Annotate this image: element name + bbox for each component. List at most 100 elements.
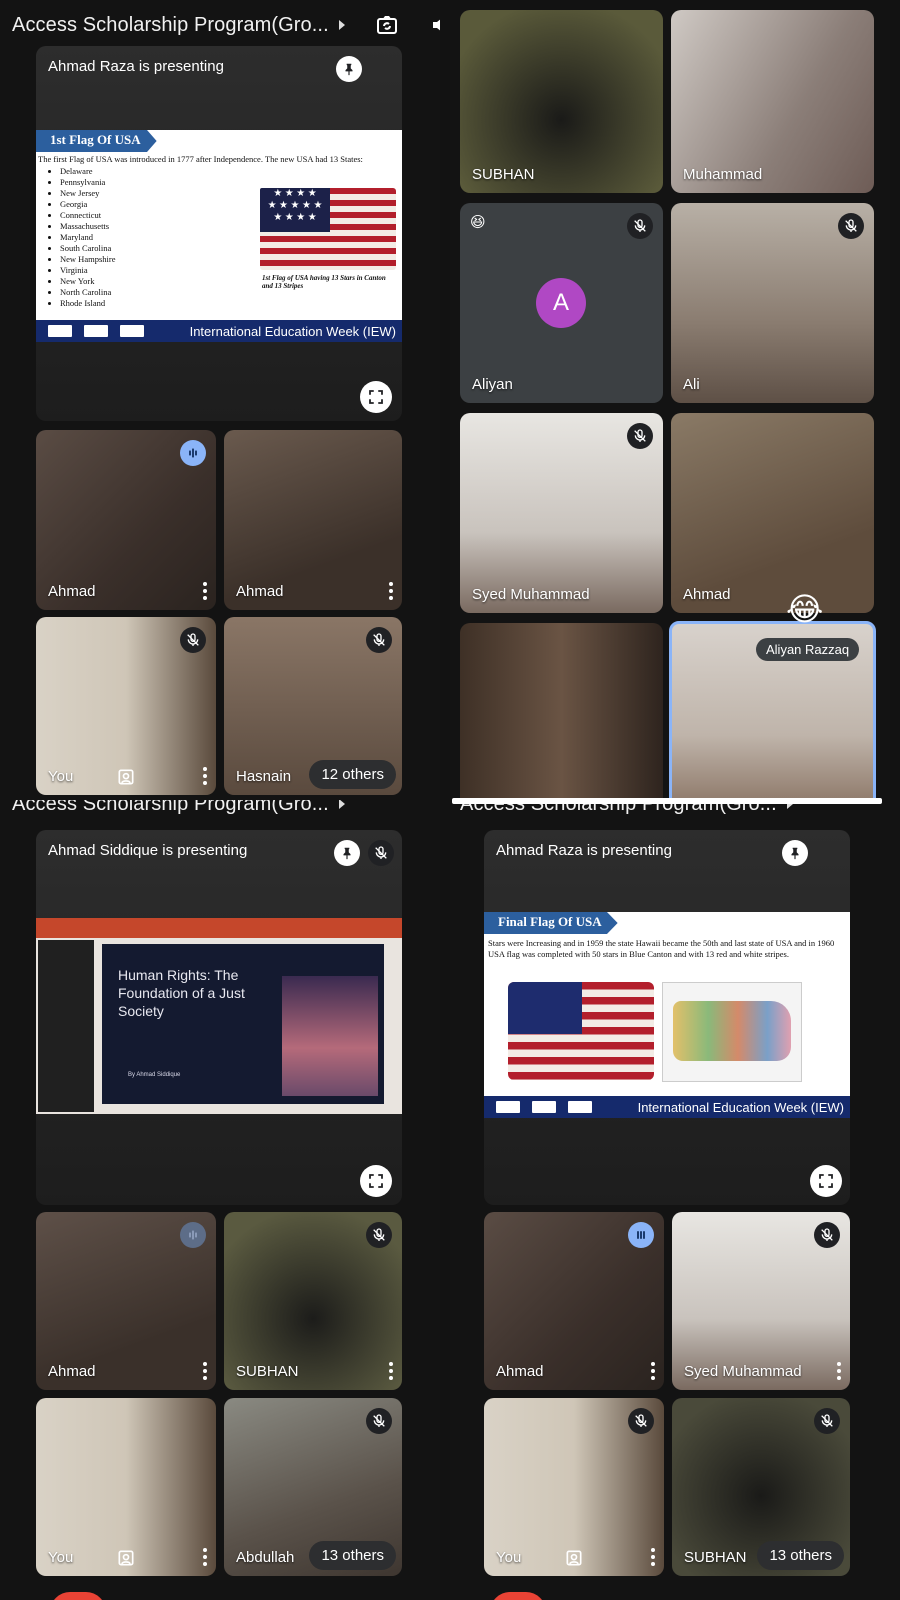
speaker-icon[interactable] [429,12,440,38]
participant-tile[interactable]: Syed Muhammad [672,1212,850,1390]
mic-off-icon [627,423,653,449]
slide-author: By Ahmad Siddique [128,1072,181,1078]
presentation-tile[interactable]: Ahmad Raza is presenting 1st Flag Of USA… [36,46,402,421]
fullscreen-icon[interactable] [360,381,392,413]
shared-slide: Human Rights: The Foundation of a Just S… [36,918,402,1114]
participant-name: Abdullah [236,1549,295,1566]
more-vert-icon[interactable] [202,767,208,785]
audio-wave-icon [628,1222,654,1248]
mic-off-icon [366,1222,392,1248]
fullscreen-icon[interactable] [810,1165,842,1197]
meeting-title[interactable]: Access Scholarship Program(Gro... [12,14,329,37]
participant-name: You [496,1549,522,1566]
participant-tile[interactable]: Muhammad [671,10,874,193]
more-vert-icon[interactable] [202,1362,208,1380]
participant-tile[interactable]: Abdullah 13 others [224,1398,402,1576]
chevron-right-icon[interactable] [338,800,345,809]
participant-tile[interactable]: You [36,617,216,795]
participant-name: You [48,1549,74,1566]
participant-tile[interactable]: You [36,1398,216,1576]
participant-tile[interactable]: Hasnain 12 others [224,617,402,795]
slide-intro: The first Flag of USA was introduced in … [38,154,363,164]
others-count-button[interactable]: 13 others [309,1541,396,1570]
state-item: New Jersey [60,188,115,199]
fullscreen-icon[interactable] [360,1165,392,1197]
mic-off-icon [838,213,864,239]
more-vert-icon[interactable] [388,1362,394,1380]
shared-slide: Final Flag Of USA Stars were Increasing … [484,912,850,1118]
participant-tile[interactable]: 😆 A Aliyan [460,203,663,403]
mic-off-icon [627,213,653,239]
more-vert-icon[interactable] [202,582,208,600]
participant-tile[interactable]: SUBHAN 13 others [672,1398,850,1576]
participant-tile[interactable]: Ali [671,203,874,403]
participant-tile[interactable]: You [484,1398,664,1576]
end-call-button[interactable] [490,1592,546,1600]
state-item: Massachusetts [60,221,115,232]
presentation-tile[interactable]: Ahmad Siddique is presenting Human Right… [36,830,402,1205]
participant-tile[interactable]: SUBHAN [224,1212,402,1390]
reaction-name-chip: Aliyan Razzaq [756,638,860,661]
end-call-button[interactable] [50,1592,106,1600]
add-person-icon[interactable] [116,1548,136,1568]
logo-1 [496,1101,520,1113]
pin-icon[interactable] [782,840,808,866]
audio-wave-icon [180,440,206,466]
state-item: North Carolina [60,287,115,298]
more-vert-icon[interactable] [388,582,394,600]
flag-image [508,982,654,1080]
participant-name: Muhammad [683,166,763,183]
participant-name: Syed Muhammad [684,1363,802,1380]
participant-tile-active[interactable]: Aliyan Razzaq [669,621,876,800]
more-vert-icon[interactable] [650,1548,656,1566]
participant-name: SUBHAN [236,1363,299,1380]
pin-icon[interactable] [336,56,362,82]
slide-text: Stars were Increasing and in 1959 the st… [488,938,835,959]
more-vert-icon[interactable] [650,1362,656,1380]
slide-heading: 1st Flag Of USA [36,130,157,152]
shared-slide: 1st Flag Of USA The first Flag of USA wa… [36,130,402,342]
chevron-right-icon[interactable] [338,20,345,30]
usa-map-image [662,982,802,1082]
presentation-tile[interactable]: Ahmad Raza is presenting Final Flag Of U… [484,830,850,1205]
mic-off-icon [366,627,392,653]
flag-image: ★ ★ ★ ★ ★ ★ ★ ★ ★ ★ ★ ★ ★ [260,188,396,270]
meeting-title[interactable]: Access Scholarship Program(Gro... [12,800,329,816]
state-item: New Hampshire [60,254,115,265]
logo-2 [532,1101,556,1113]
meeting-header: Access Scholarship Program(Gro... [0,800,440,822]
meeting-header: Access Scholarship Program(Gro... [0,0,440,50]
participant-tile[interactable]: SUBHAN [460,10,663,193]
participant-name: Ahmad [683,586,731,603]
slide-footer: International Education Week (IEW) [484,1096,850,1118]
participant-tile[interactable]: Ahmad [36,1212,216,1390]
state-item: Delaware [60,166,115,177]
reaction-emoji: 😆 [470,214,486,231]
participant-tile[interactable]: Ahmad [671,413,874,613]
states-list: DelawarePennsylvaniaNew JerseyGeorgiaCon… [48,166,115,309]
mic-off-icon [368,840,394,866]
participant-tile[interactable]: Syed Muhammad [460,413,663,613]
state-item: New York [60,276,115,287]
participant-tile[interactable]: Ahmad [224,430,402,610]
state-item: Virginia [60,265,115,276]
participant-tile[interactable]: Ahmad [484,1212,664,1390]
participant-tile[interactable] [460,623,663,800]
pin-icon[interactable] [334,840,360,866]
quadrant-bottom-left: Access Scholarship Program(Gro... Ahmad … [0,800,440,1600]
add-person-icon[interactable] [564,1548,584,1568]
flag-caption: 1st Flag of USA having 13 Stars in Canto… [262,274,386,290]
slide-footer: International Education Week (IEW) [36,320,402,342]
state-item: South Carolina [60,243,115,254]
mic-off-icon [628,1408,654,1434]
more-vert-icon[interactable] [202,1548,208,1566]
add-person-icon[interactable] [116,767,136,787]
others-count-button[interactable]: 12 others [309,760,396,789]
more-vert-icon[interactable] [836,1362,842,1380]
participant-tile[interactable]: Ahmad [36,430,216,610]
quadrant-top-right: SUBHAN Muhammad 😆 A Aliyan Ali Syed Muha… [450,10,890,800]
others-count-button[interactable]: 13 others [757,1541,844,1570]
logo-3 [120,325,144,337]
camera-switch-icon[interactable] [375,12,399,38]
state-item: Rhode Island [60,298,115,309]
